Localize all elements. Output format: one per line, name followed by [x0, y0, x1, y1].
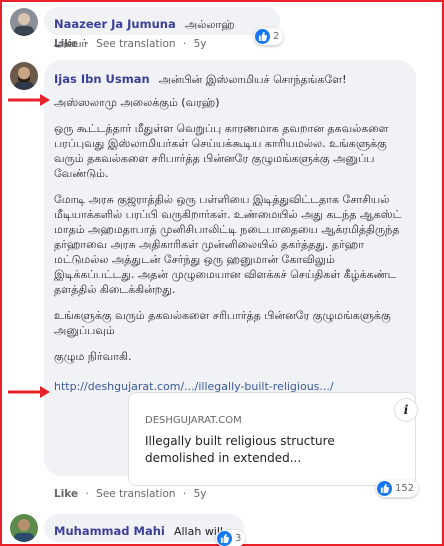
avatar[interactable] — [10, 514, 38, 542]
info-button[interactable]: i — [394, 398, 418, 422]
separator: · — [85, 38, 89, 50]
avatar[interactable] — [10, 62, 38, 90]
reaction-count[interactable]: 2 — [254, 28, 284, 45]
reaction-count[interactable]: 3 — [216, 530, 246, 546]
comment-bubble: Naazeer Ja Jumuna அல்லாஹ் அக்பர் — [44, 7, 280, 50]
link-title: Illegally built religious structure demo… — [145, 434, 335, 465]
comment-age[interactable]: 5y — [194, 38, 207, 50]
like-button[interactable]: Like — [54, 38, 78, 50]
separator: · — [182, 38, 187, 50]
comment-paragraph: உங்களுக்கு வரும் தகவல்களை சரிபார்த்த பின… — [54, 309, 391, 337]
reaction-count-label: 3 — [235, 533, 242, 544]
comment-age[interactable]: 5y — [194, 488, 207, 500]
annotation-arrow-icon — [8, 94, 50, 106]
like-reaction-icon — [377, 481, 392, 496]
comment-paragraph: மோடி அரசு குஜராத்தில் ஒரு பள்ளியை இடித்த… — [54, 193, 402, 296]
comment-signature: குழும நிர்வாகி. — [54, 350, 132, 363]
info-icon: i — [403, 403, 409, 417]
comment-bubble: Muhammad Mahi Allah will punish — [44, 514, 244, 546]
link-preview-card[interactable]: DESHGUJARAT.COM Illegally built religiou… — [128, 392, 416, 486]
comment-greeting: அஸ்ஸலாமு அலைக்கும் (வரஹ்) — [54, 96, 220, 109]
comment-author[interactable]: Naazeer Ja Jumuna — [54, 17, 176, 31]
separator: · — [85, 488, 89, 500]
see-translation-link[interactable]: See translation — [96, 38, 175, 50]
reaction-count-label: 2 — [273, 31, 280, 42]
separator: · — [182, 488, 187, 500]
like-reaction-icon — [255, 29, 270, 44]
comment-author[interactable]: Muhammad Mahi — [54, 524, 165, 538]
like-button[interactable]: Like — [54, 488, 78, 500]
link-domain: DESHGUJARAT.COM — [145, 415, 242, 426]
reaction-count-label: 152 — [395, 483, 415, 494]
reaction-count[interactable]: 152 — [376, 480, 419, 497]
see-translation-link[interactable]: See translation — [96, 488, 175, 500]
comment-actions: Like · See translation · 5y — [54, 38, 210, 50]
comment-intro: அன்பின் இஸ்லாமியச் சொந்தங்களே! — [158, 73, 347, 86]
annotation-arrow-icon — [8, 386, 50, 398]
like-reaction-icon — [217, 531, 232, 546]
comment-author[interactable]: Ijas Ibn Usman — [54, 72, 150, 86]
comment-actions: Like · See translation · 5y — [54, 488, 210, 500]
avatar[interactable] — [10, 8, 38, 36]
comment-paragraph: ஒரு கூட்டத்தார் மீதுள்ள வெறுப்பு காரணமாக… — [54, 122, 389, 180]
